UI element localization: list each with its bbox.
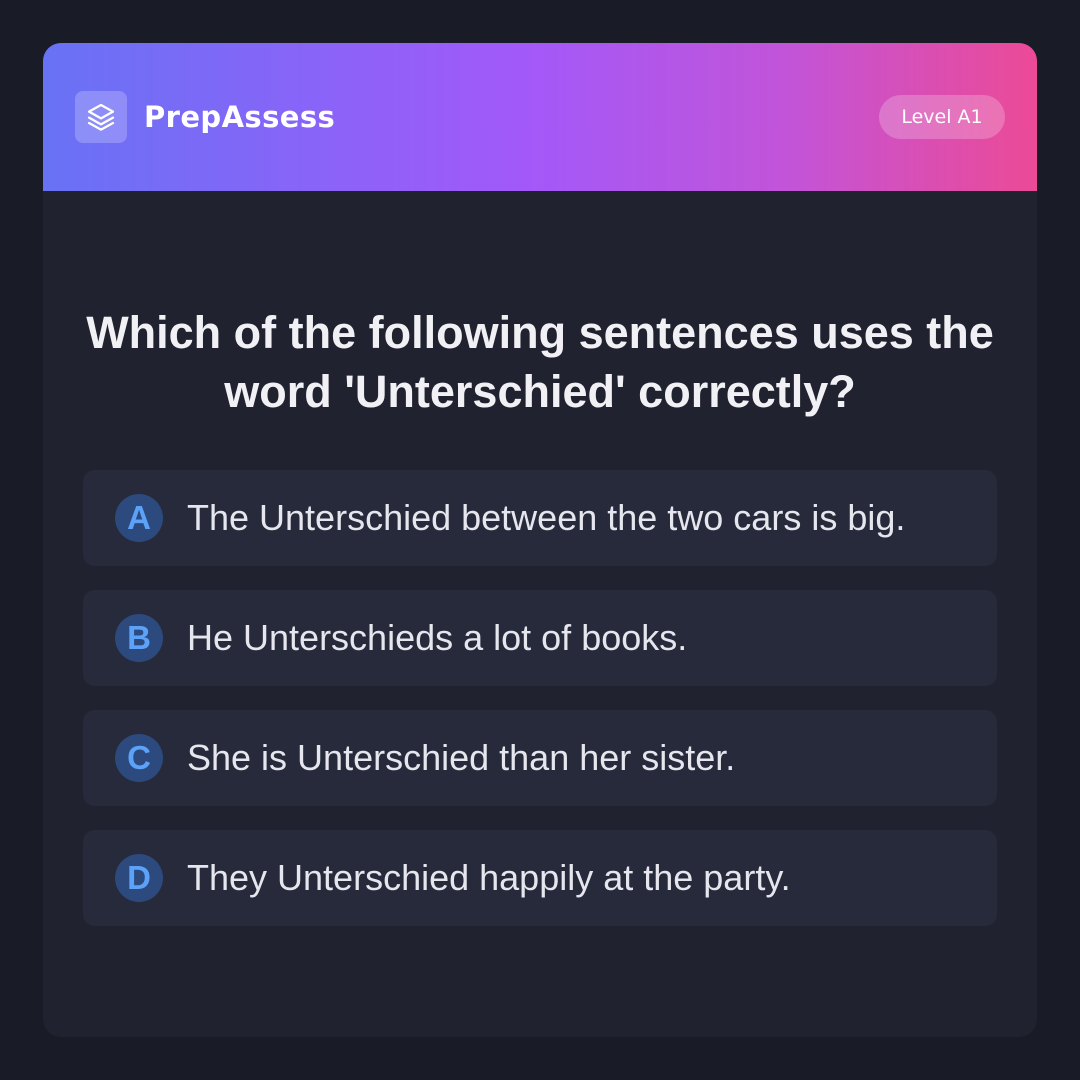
question-text: Which of the following sentences uses th… <box>86 307 994 417</box>
option-c[interactable]: C She is Unterschied than her sister. <box>83 710 997 806</box>
option-text: The Unterschied between the two cars is … <box>187 497 906 538</box>
layers-icon <box>87 103 115 131</box>
option-d[interactable]: D They Unterschied happily at the party. <box>83 830 997 926</box>
option-letter-badge: A <box>115 494 163 542</box>
level-badge: Level A1 <box>879 95 1005 139</box>
option-a[interactable]: A The Unterschied between the two cars i… <box>83 470 997 566</box>
option-letter-badge: C <box>115 734 163 782</box>
brand-name: PrepAssess <box>144 100 336 134</box>
logo-box <box>75 91 127 143</box>
option-letter-badge: D <box>115 854 163 902</box>
option-b[interactable]: B He Unterschieds a lot of books. <box>83 590 997 686</box>
quiz-card: PrepAssess Level A1 Which of the followi… <box>43 43 1037 1037</box>
option-text: They Unterschied happily at the party. <box>187 857 791 898</box>
header: PrepAssess Level A1 <box>43 43 1037 191</box>
answer-options: A The Unterschied between the two cars i… <box>83 470 997 950</box>
option-text: She is Unterschied than her sister. <box>187 737 736 778</box>
option-text: He Unterschieds a lot of books. <box>187 617 688 658</box>
option-letter-badge: B <box>115 614 163 662</box>
